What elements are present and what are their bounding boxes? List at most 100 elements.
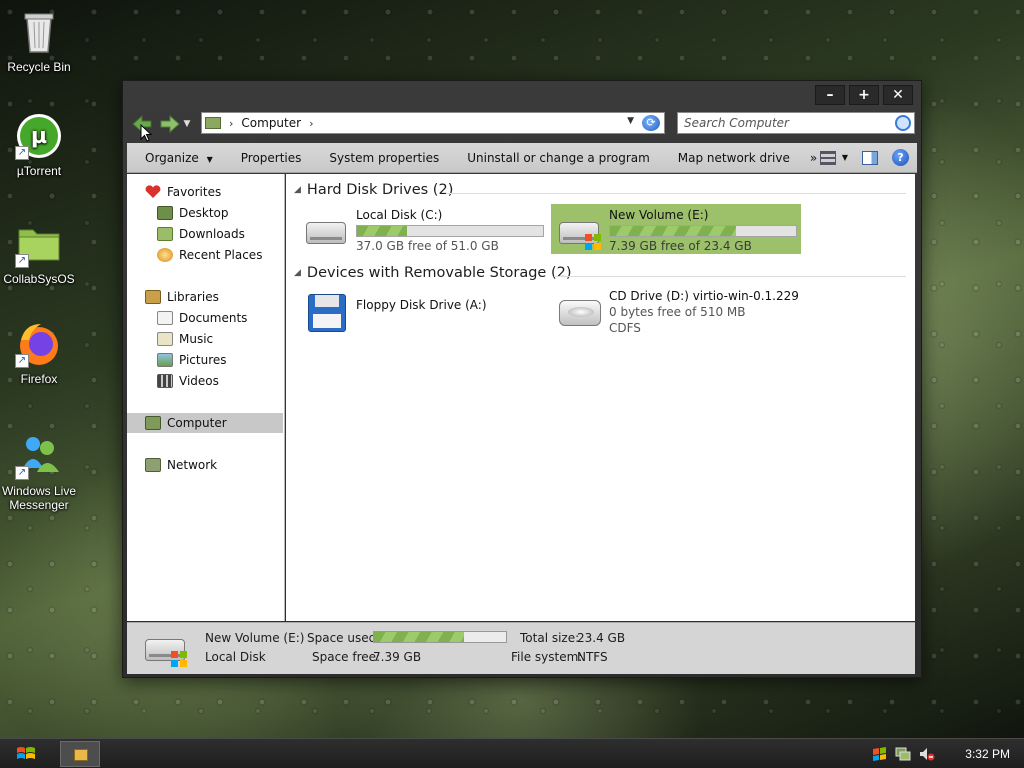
group-header-hard-disk-drives[interactable]: ◢ Hard Disk Drives (2)	[294, 182, 453, 198]
organize-label: Organize	[145, 150, 199, 165]
map-network-drive-button[interactable]: Map network drive	[664, 151, 804, 165]
uninstall-program-button[interactable]: Uninstall or change a program	[453, 151, 664, 165]
organize-button[interactable]: Organize ▼	[127, 151, 227, 165]
nav-downloads[interactable]: Downloads	[157, 224, 245, 244]
nav-label: Desktop	[179, 206, 229, 220]
breadcrumb-separator[interactable]: ›	[229, 117, 233, 130]
drive-name: New Volume (E:)	[609, 208, 709, 222]
forward-button[interactable]	[159, 113, 181, 135]
desktop-icon-firefox[interactable]: ↗ Firefox	[0, 320, 78, 386]
preview-pane-icon[interactable]	[862, 150, 878, 165]
desktop-icon-collabsysos[interactable]: ↗ CollabSysOS	[0, 220, 78, 286]
drive-free-space: 7.39 GB free of 23.4 GB	[609, 239, 752, 253]
desktop-icon-label: Firefox	[20, 372, 58, 386]
desktop-icon-utorrent[interactable]: µ ↗ µTorrent	[0, 112, 78, 178]
downloads-folder-icon	[157, 227, 173, 241]
system-properties-button[interactable]: System properties	[315, 151, 453, 165]
breadcrumb-computer[interactable]: Computer	[241, 116, 301, 130]
drive-c[interactable]: Local Disk (C:) 37.0 GB free of 51.0 GB	[298, 204, 548, 254]
shortcut-arrow-icon: ↗	[15, 146, 29, 160]
chevron-down-icon: ▼	[841, 153, 848, 162]
drive-name: CD Drive (D:) virtio-win-0.1.229	[609, 289, 799, 303]
help-icon[interactable]: ?	[892, 149, 909, 166]
view-icon	[819, 150, 836, 165]
taskbar: 3:32 PM	[0, 738, 1024, 768]
collapse-triangle-icon[interactable]: ◢	[294, 268, 301, 278]
drive-e[interactable]: New Volume (E:) 7.39 GB free of 23.4 GB	[551, 204, 801, 254]
nav-libraries[interactable]: Libraries	[145, 287, 219, 307]
change-view-button[interactable]: ▼	[819, 150, 848, 165]
group-divider	[446, 193, 906, 194]
details-space-free-label: Space free:	[312, 650, 381, 664]
network-tray-icon[interactable]	[895, 747, 911, 761]
details-space-free-value: 7.39 GB	[373, 650, 422, 664]
collapse-triangle-icon[interactable]: ◢	[294, 185, 301, 195]
drive-name: Floppy Disk Drive (A:)	[356, 298, 487, 312]
pictures-icon	[157, 353, 173, 367]
computer-icon	[145, 416, 161, 430]
taskbar-explorer-button[interactable]	[60, 741, 100, 767]
minimize-button[interactable]: –	[815, 85, 845, 105]
close-button[interactable]: ✕	[883, 85, 913, 105]
hard-disk-icon	[304, 210, 348, 250]
search-placeholder: Search Computer	[684, 116, 789, 130]
firefox-icon: ↗	[15, 320, 63, 368]
nav-desktop[interactable]: Desktop	[157, 203, 229, 223]
hard-disk-windows-icon	[143, 633, 187, 667]
recent-locations-dropdown[interactable]: ▼	[181, 119, 193, 129]
computer-icon	[205, 117, 221, 129]
nav-network[interactable]: Network	[145, 455, 217, 475]
details-drive-type: Local Disk	[205, 650, 266, 664]
group-header-removable-storage[interactable]: ◢ Devices with Removable Storage (2)	[294, 265, 572, 281]
desktop-icon-recycle-bin[interactable]: Recycle Bin	[0, 8, 78, 74]
nav-label: Computer	[167, 416, 227, 430]
floppy-disk-icon	[304, 292, 348, 332]
nav-videos[interactable]: Videos	[157, 371, 219, 391]
nav-documents[interactable]: Documents	[157, 308, 247, 328]
drive-file-system: CDFS	[609, 321, 641, 335]
address-row: ▼ › Computer › ▼ ⟳ Search Computer	[131, 112, 915, 136]
nav-favorites[interactable]: Favorites	[145, 182, 221, 202]
explorer-window: – + ✕ ▼ › Computer › ▼ ⟳ Search Computer…	[122, 80, 922, 678]
desktop-icon-label: Recycle Bin	[7, 60, 71, 74]
windows-logo-icon	[17, 747, 35, 759]
breadcrumb-separator[interactable]: ›	[309, 117, 313, 130]
libraries-icon	[145, 290, 161, 304]
nav-label: Documents	[179, 311, 248, 325]
shortcut-arrow-icon: ↗	[15, 466, 29, 480]
volume-muted-icon[interactable]	[919, 747, 935, 761]
chevron-down-icon: ▼	[206, 154, 213, 164]
nav-music[interactable]: Music	[157, 329, 213, 349]
navigation-pane: Favorites Desktop Downloads Recent Place…	[127, 174, 285, 621]
nav-recent-places[interactable]: Recent Places	[157, 245, 262, 265]
drive-a[interactable]: Floppy Disk Drive (A:)	[298, 286, 548, 336]
search-input[interactable]: Search Computer	[677, 112, 915, 134]
address-dropdown-icon[interactable]: ▼	[627, 116, 634, 126]
recycle-bin-icon	[15, 8, 63, 56]
group-divider	[554, 276, 906, 277]
desktop-icon-label: Windows Live Messenger	[1, 484, 77, 512]
address-bar[interactable]: › Computer › ▼ ⟳	[201, 112, 665, 134]
maximize-button[interactable]: +	[849, 85, 879, 105]
drive-d[interactable]: CD Drive (D:) virtio-win-0.1.229 0 bytes…	[551, 286, 801, 336]
nav-label: Videos	[179, 374, 219, 388]
nav-computer[interactable]: Computer	[127, 413, 283, 433]
desktop-icon-label: µTorrent	[16, 164, 62, 178]
action-center-flag-icon[interactable]	[871, 747, 887, 761]
nav-label: Downloads	[179, 227, 245, 241]
properties-button[interactable]: Properties	[227, 151, 316, 165]
search-icon[interactable]	[895, 115, 911, 131]
toolbar-right: ▼ ?	[819, 149, 909, 166]
details-file-system-value: NTFS	[577, 650, 608, 664]
network-icon	[145, 458, 161, 472]
details-space-used-label: Space used:	[307, 631, 381, 645]
start-button[interactable]	[16, 745, 36, 763]
desktop-icon-windows-live-messenger[interactable]: ↗ Windows Live Messenger	[0, 432, 78, 512]
folder-icon: ↗	[15, 220, 63, 268]
nav-label: Recent Places	[179, 248, 263, 262]
refresh-icon[interactable]: ⟳	[642, 115, 660, 131]
clock[interactable]: 3:32 PM	[965, 747, 1010, 761]
nav-pictures[interactable]: Pictures	[157, 350, 227, 370]
utorrent-icon: µ ↗	[15, 112, 63, 160]
mouse-cursor-icon	[140, 124, 152, 142]
